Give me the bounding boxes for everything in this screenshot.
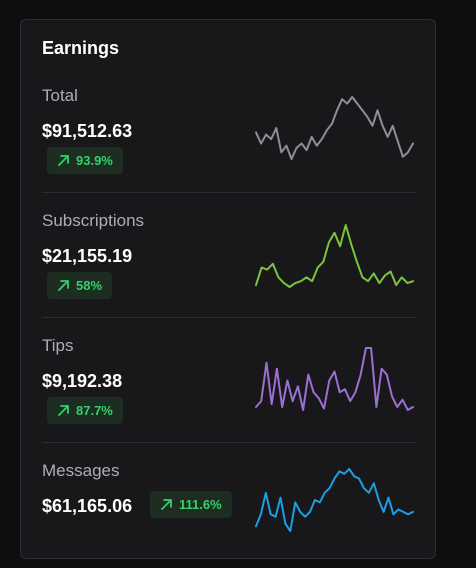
row-label: Messages xyxy=(42,461,120,480)
earnings-row-tips[interactable]: Tips $9,192.38 87.7% xyxy=(42,317,417,443)
row-value: $91,512.63 xyxy=(42,121,133,141)
row-value: $9,192.38 xyxy=(42,371,123,391)
sparkline-chart xyxy=(255,224,414,288)
change-badge: 87.7% xyxy=(47,397,123,424)
row-label: Tips xyxy=(42,336,74,355)
arrow-up-right-icon xyxy=(161,499,172,510)
earnings-row-subscriptions[interactable]: Subscriptions $21,155.19 58% xyxy=(42,192,417,318)
arrow-up-right-icon xyxy=(58,155,69,166)
arrow-up-right-icon xyxy=(58,405,69,416)
sparkline-chart xyxy=(255,468,414,532)
earnings-card: Earnings Total $91,512.63 93.9% Subscrip… xyxy=(20,19,436,559)
sparkline-series xyxy=(255,347,414,411)
row-value: $61,165.06 xyxy=(42,496,133,516)
change-badge: 93.9% xyxy=(47,147,123,174)
change-value: 111.6% xyxy=(179,497,222,512)
sparkline-chart xyxy=(255,96,414,160)
arrow-up-right-icon xyxy=(58,280,69,291)
change-badge: 111.6% xyxy=(150,491,232,518)
sparkline-series xyxy=(255,224,414,288)
sparkline-series xyxy=(255,468,414,532)
change-value: 87.7% xyxy=(76,403,113,418)
card-title: Earnings xyxy=(42,38,120,58)
sparkline-series xyxy=(255,96,414,160)
change-value: 93.9% xyxy=(76,153,113,168)
row-label: Total xyxy=(42,86,78,105)
sparkline-chart xyxy=(255,347,414,411)
earnings-row-messages[interactable]: Messages $61,165.06 111.6% xyxy=(42,442,417,568)
change-value: 58% xyxy=(76,278,103,293)
row-value: $21,155.19 xyxy=(42,246,133,266)
row-label: Subscriptions xyxy=(42,211,145,230)
change-badge: 58% xyxy=(47,272,113,299)
